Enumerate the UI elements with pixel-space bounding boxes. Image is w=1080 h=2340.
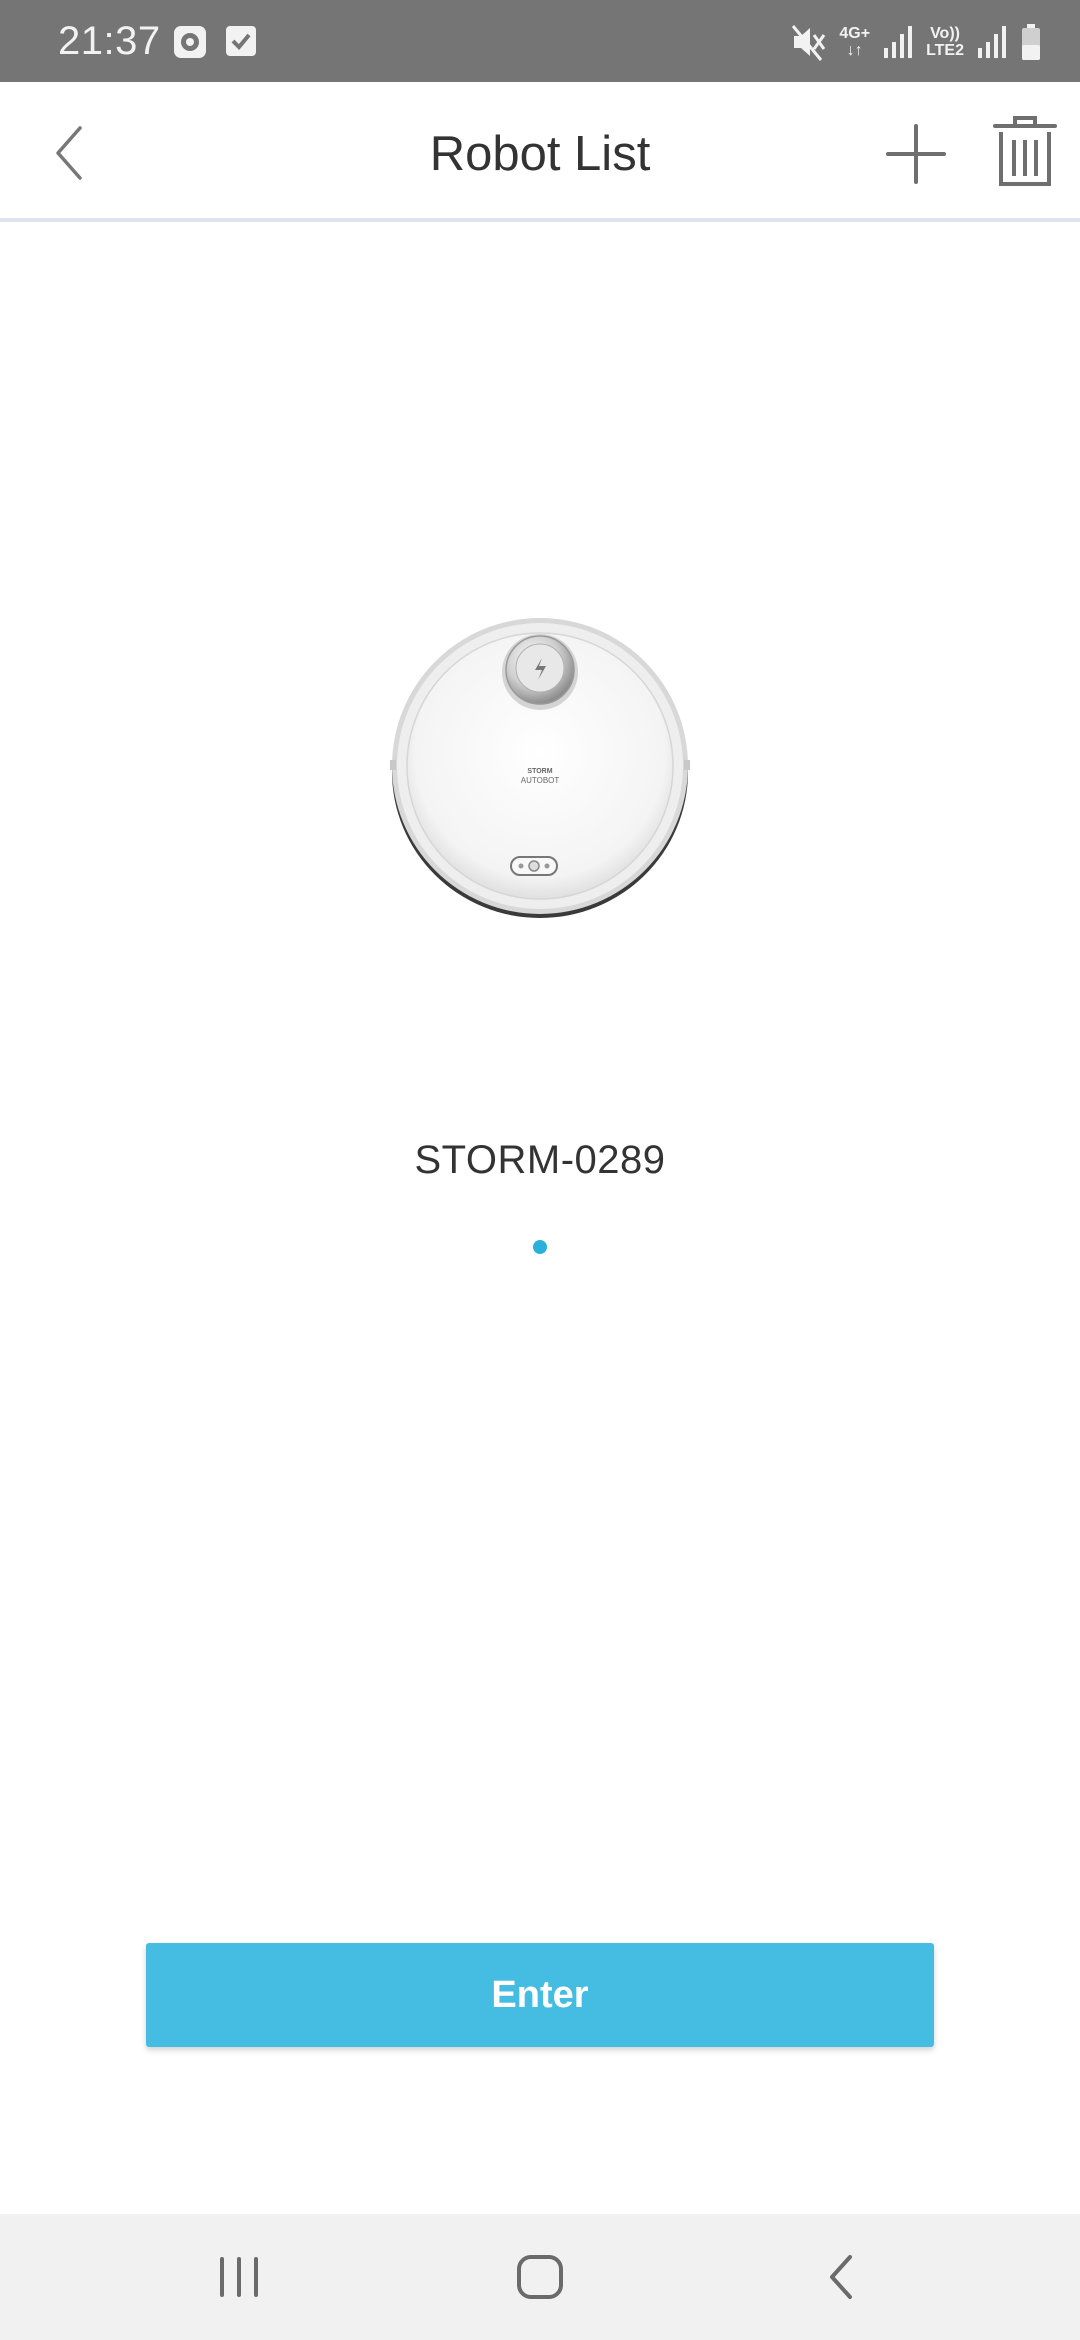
mute-icon — [792, 25, 826, 61]
network-type-label: 4G+ — [839, 25, 871, 42]
pager-dot-active — [533, 1240, 547, 1254]
robot-vacuum-image: STORM AUTOBOT — [390, 618, 690, 918]
signal-icon — [884, 26, 913, 58]
robot-image: STORM AUTOBOT — [385, 612, 695, 922]
volte-bottom-label: LTE2 — [926, 42, 964, 59]
recents-icon — [220, 2257, 258, 2297]
check-notification-icon — [226, 26, 256, 56]
robot-logo-line2: AUTOBOT — [521, 776, 560, 785]
app-header: Robot List — [0, 82, 1080, 222]
plus-icon — [886, 124, 946, 184]
robot-name: STORM-0289 — [414, 1138, 666, 1182]
status-left-icons — [172, 24, 258, 60]
recents-button[interactable] — [214, 2254, 264, 2300]
robot-logo-line1: STORM — [527, 768, 552, 775]
data-arrows-icon: ↓↑ — [846, 42, 863, 59]
status-right-icons: 4G+ ↓↑ Vo)) LTE2 — [791, 18, 1042, 66]
status-bar: 21:37 4G+ ↓↑ Vo)) LTE2 — [0, 0, 1080, 82]
delete-robot-button[interactable] — [990, 114, 1060, 190]
home-button[interactable] — [514, 2252, 566, 2302]
system-nav-bar — [0, 2214, 1080, 2340]
volte-top-label: Vo)) — [930, 25, 960, 42]
network-4g-icon: 4G+ ↓↑ — [839, 25, 870, 59]
back-icon — [830, 2255, 852, 2299]
media-icon — [174, 26, 206, 58]
home-icon — [517, 2255, 563, 2299]
battery-icon — [1022, 24, 1040, 60]
system-back-button[interactable] — [822, 2250, 862, 2304]
signal-icon-2 — [978, 26, 1006, 58]
volte-icon: Vo)) LTE2 — [926, 25, 964, 59]
enter-button[interactable]: Enter — [146, 1943, 934, 2047]
add-robot-button[interactable] — [880, 118, 952, 190]
trash-icon — [993, 116, 1057, 186]
status-time: 21:37 — [58, 19, 161, 63]
